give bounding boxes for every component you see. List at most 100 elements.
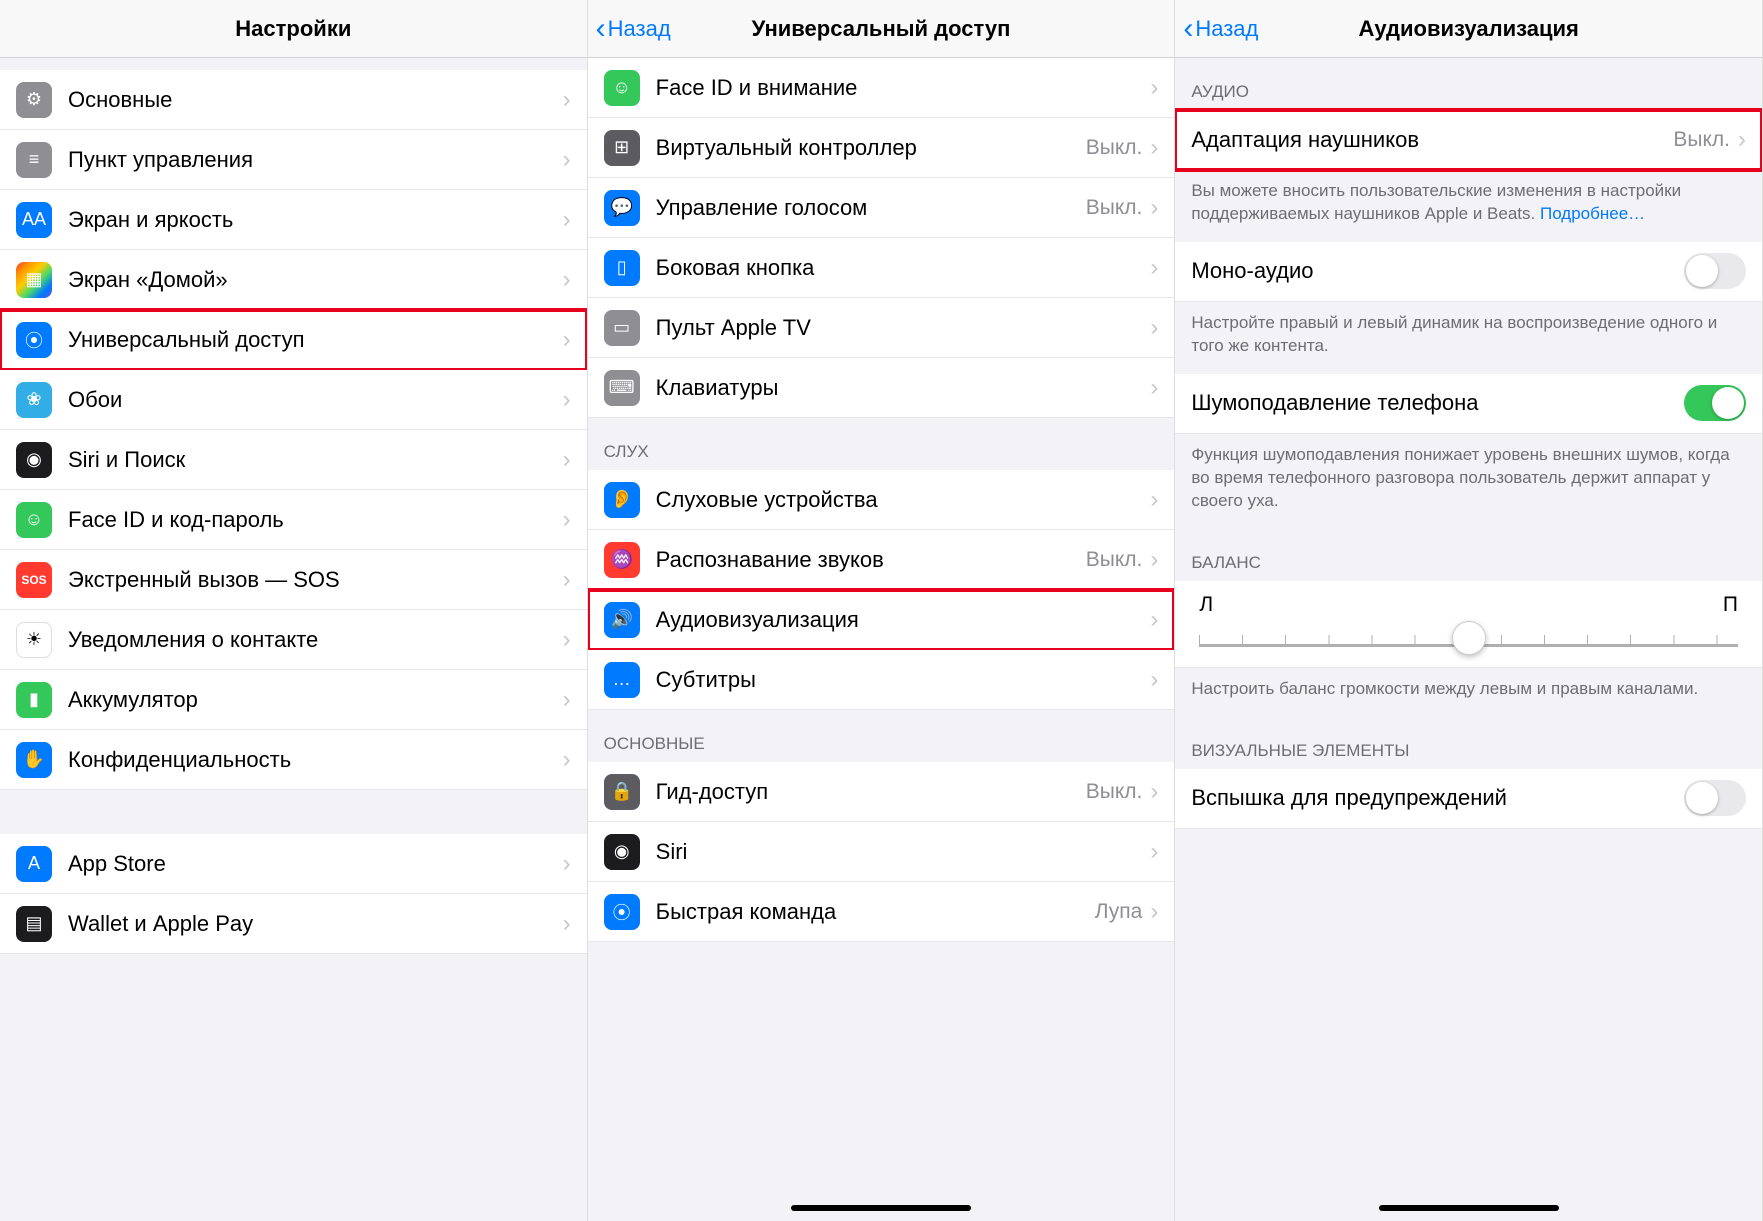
settings-row[interactable]: ☀Уведомления о контакте›: [0, 610, 587, 670]
faceid-icon: ☺: [604, 70, 640, 106]
siri-icon: ◉: [604, 834, 640, 870]
settings-row[interactable]: ☺Face ID и код-пароль›: [0, 490, 587, 550]
balance-slider[interactable]: [1199, 635, 1738, 647]
settings-row[interactable]: ⊞Виртуальный контроллерВыкл.›: [588, 118, 1175, 178]
row-value: Выкл.: [1086, 136, 1143, 160]
settings-row[interactable]: ▭ Пульт Apple TV›: [588, 298, 1175, 358]
settings-row[interactable]: 🔊Аудиовизуализация›: [588, 590, 1175, 650]
accessibility-icon: ⦿: [604, 894, 640, 930]
row-label: Аудиовизуализация: [656, 607, 1151, 633]
settings-row[interactable]: ⌨Клавиатуры›: [588, 358, 1175, 418]
chevron-right-icon: ›: [1150, 314, 1158, 342]
section-footer: Настройте правый и левый динамик на восп…: [1175, 302, 1762, 374]
chevron-right-icon: ›: [1150, 666, 1158, 694]
settings-row[interactable]: 👂Слуховые устройства›: [588, 470, 1175, 530]
balance-slider-row: Л П: [1175, 581, 1762, 668]
row-label: Вспышка для предупреждений: [1191, 785, 1684, 811]
chevron-right-icon: ›: [1150, 898, 1158, 926]
slider-thumb[interactable]: [1452, 621, 1486, 655]
back-button[interactable]: ‹ Назад: [1183, 14, 1258, 44]
back-label: Назад: [608, 16, 671, 42]
section-footer: Вы можете вносить пользовательские измен…: [1175, 170, 1762, 242]
back-button[interactable]: ‹ Назад: [596, 14, 671, 44]
balance-left-label: Л: [1199, 593, 1213, 617]
settings-row[interactable]: ✋Конфиденциальность›: [0, 730, 587, 790]
chevron-right-icon: ›: [1150, 254, 1158, 282]
row-label: Быстрая команда: [656, 899, 1095, 925]
row-label: Пульт Apple TV: [656, 315, 1151, 341]
home-indicator[interactable]: [791, 1205, 971, 1211]
settings-row[interactable]: 🔒Гид-доступВыкл.›: [588, 762, 1175, 822]
chevron-right-icon: ›: [563, 746, 571, 774]
noise-cancellation-row[interactable]: Шумоподавление телефона: [1175, 374, 1762, 434]
wallet-icon: ▤: [16, 906, 52, 942]
row-label: Распознавание звуков: [656, 547, 1086, 573]
learn-more-link[interactable]: Подробнее…: [1540, 204, 1645, 223]
chevron-right-icon: ›: [563, 626, 571, 654]
settings-row[interactable]: ≡ Пункт управления›: [0, 130, 587, 190]
row-label: Пункт управления: [68, 147, 563, 173]
siri-icon: ◉: [16, 442, 52, 478]
settings-row[interactable]: ▯Боковая кнопка›: [588, 238, 1175, 298]
row-label: Обои: [68, 387, 563, 413]
settings-row[interactable]: ◉Siri›: [588, 822, 1175, 882]
settings-row[interactable]: ⚙Основные›: [0, 70, 587, 130]
guided-access-icon: 🔒: [604, 774, 640, 810]
chevron-right-icon: ›: [563, 146, 571, 174]
accessibility-icon: ⦿: [16, 322, 52, 358]
row-label: Экстренный вызов — SOS: [68, 567, 563, 593]
settings-row[interactable]: ♒Распознавание звуковВыкл.›: [588, 530, 1175, 590]
row-value: Лупа: [1095, 900, 1143, 924]
chevron-left-icon: ‹: [1183, 14, 1193, 44]
settings-row[interactable]: 💬Управление голосомВыкл.›: [588, 178, 1175, 238]
chevron-right-icon: ›: [563, 266, 571, 294]
settings-screen: Настройки ⚙Основные›≡Пункт управления›AA…: [0, 0, 588, 1221]
chevron-right-icon: ›: [563, 86, 571, 114]
led-flash-row[interactable]: Вспышка для предупреждений: [1175, 769, 1762, 829]
headphone-accommodations-row[interactable]: Адаптация наушников Выкл. ›: [1175, 110, 1762, 170]
settings-row[interactable]: ☺Face ID и внимание›: [588, 58, 1175, 118]
mono-audio-switch[interactable]: [1684, 253, 1746, 289]
row-value: Выкл.: [1086, 548, 1143, 572]
text-size-icon: AA: [16, 202, 52, 238]
chevron-right-icon: ›: [563, 506, 571, 534]
hand-icon: ✋: [16, 742, 52, 778]
back-label: Назад: [1195, 16, 1258, 42]
keyboard-icon: ⌨: [604, 370, 640, 406]
sos-icon: SOS: [16, 562, 52, 598]
sliders-icon: ≡: [16, 142, 52, 178]
settings-row[interactable]: ▮Аккумулятор›: [0, 670, 587, 730]
chevron-right-icon: ›: [1150, 778, 1158, 806]
settings-row[interactable]: SOSЭкстренный вызов — SOS›: [0, 550, 587, 610]
battery-icon: ▮: [16, 682, 52, 718]
mono-audio-row[interactable]: Моно-аудио: [1175, 242, 1762, 302]
audiovisual-screen: ‹ Назад Аудиовизуализация АУДИО Адаптаци…: [1175, 0, 1763, 1221]
home-indicator[interactable]: [1379, 1205, 1559, 1211]
led-flash-switch[interactable]: [1684, 780, 1746, 816]
row-label: Основные: [68, 87, 563, 113]
chevron-right-icon: ›: [1150, 194, 1158, 222]
section-footer: Настроить баланс громкости между левым и…: [1175, 668, 1762, 717]
settings-row[interactable]: ▦Экран «Домой»›: [0, 250, 587, 310]
row-label: Боковая кнопка: [656, 255, 1151, 281]
settings-row[interactable]: …Субтитры›: [588, 650, 1175, 710]
navbar: ‹ Назад Универсальный доступ: [588, 0, 1175, 58]
settings-row[interactable]: ▤Wallet и Apple Pay›: [0, 894, 587, 954]
settings-row[interactable]: ❀Обои›: [0, 370, 587, 430]
settings-row[interactable]: ⦿Универсальный доступ›: [0, 310, 587, 370]
chevron-right-icon: ›: [563, 386, 571, 414]
chevron-right-icon: ›: [563, 326, 571, 354]
remote-icon: ▭: [604, 310, 640, 346]
settings-row[interactable]: ◉Siri и Поиск›: [0, 430, 587, 490]
ear-icon: 👂: [604, 482, 640, 518]
navbar: ‹ Назад Аудиовизуализация: [1175, 0, 1762, 58]
settings-row[interactable]: AAЭкран и яркость›: [0, 190, 587, 250]
row-label: Уведомления о контакте: [68, 627, 563, 653]
row-label: Wallet и Apple Pay: [68, 911, 563, 937]
appstore-icon: A: [16, 846, 52, 882]
settings-row[interactable]: ⦿ Быстрая командаЛупа ›: [588, 882, 1175, 942]
noise-cancellation-switch[interactable]: [1684, 385, 1746, 421]
settings-row[interactable]: AApp Store›: [0, 834, 587, 894]
row-label: Виртуальный контроллер: [656, 135, 1086, 161]
row-label: Аккумулятор: [68, 687, 563, 713]
